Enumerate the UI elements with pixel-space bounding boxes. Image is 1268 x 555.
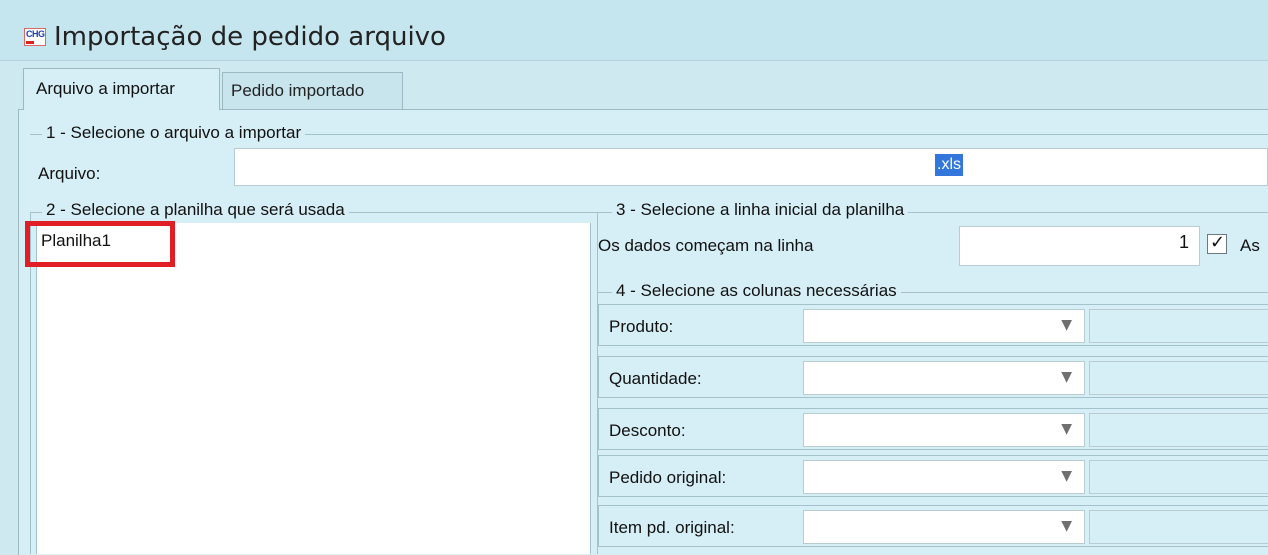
tab-arquivo-a-importar[interactable]: Arquivo a importar bbox=[23, 68, 220, 110]
app-icon-bar bbox=[26, 41, 34, 44]
column-label: Item pd. original: bbox=[609, 518, 735, 537]
quantidade-combobox[interactable]: ▼ bbox=[803, 361, 1085, 395]
combo-extension bbox=[1089, 460, 1268, 494]
file-path-selected-text: .xls bbox=[935, 154, 963, 176]
column-label: Pedido original: bbox=[609, 468, 727, 487]
title-bar: CHG Importação de pedido arquivo bbox=[0, 0, 1268, 61]
desconto-combobox[interactable]: ▼ bbox=[803, 413, 1085, 447]
window-title: Importação de pedido arquivo bbox=[54, 22, 446, 52]
sheet-listbox[interactable]: Planilha1 bbox=[36, 223, 591, 554]
combo-extension bbox=[1089, 413, 1268, 447]
combo-extension bbox=[1089, 361, 1268, 395]
column-label: Quantidade: bbox=[609, 369, 702, 388]
produto-combobox[interactable]: ▼ bbox=[803, 309, 1085, 343]
checkmark-icon: ✓ bbox=[1210, 232, 1226, 253]
column-row-desconto: Desconto: ▼ bbox=[598, 408, 1268, 450]
item-pd-original-combobox[interactable]: ▼ bbox=[803, 510, 1085, 544]
dropdown-arrow-icon: ▼ bbox=[1061, 518, 1072, 534]
tab-pedido-importado[interactable]: Pedido importado bbox=[222, 72, 403, 110]
column-label: Produto: bbox=[609, 317, 674, 336]
auto-checkbox[interactable]: ✓ bbox=[1207, 232, 1227, 254]
chg-app-icon: CHG bbox=[24, 28, 46, 46]
start-line-label: Os dados começam na linha bbox=[598, 236, 814, 255]
combo-extension bbox=[1089, 309, 1268, 343]
file-label: Arquivo: bbox=[38, 164, 101, 183]
section3-legend: 3 - Selecione a linha inicial da planilh… bbox=[612, 200, 909, 220]
section4-legend: 4 - Selecione as colunas necessárias bbox=[612, 281, 901, 301]
dropdown-arrow-icon: ▼ bbox=[1061, 317, 1072, 333]
column-row-quantidade: Quantidade: ▼ bbox=[598, 356, 1268, 398]
file-path-input[interactable]: .xls bbox=[234, 148, 1268, 186]
column-row-item-pd-original: Item pd. original: ▼ bbox=[598, 505, 1268, 547]
pedido-original-combobox[interactable]: ▼ bbox=[803, 460, 1085, 494]
section2-legend: 2 - Selecione a planilha que será usada bbox=[42, 200, 349, 220]
combo-extension bbox=[1089, 510, 1268, 544]
column-row-pedido-original: Pedido original: ▼ bbox=[598, 455, 1268, 497]
dropdown-arrow-icon: ▼ bbox=[1061, 468, 1072, 484]
start-line-input[interactable]: 1 bbox=[959, 226, 1200, 266]
dropdown-arrow-icon: ▼ bbox=[1061, 369, 1072, 385]
checkbox-label: As bbox=[1240, 236, 1260, 255]
column-label: Desconto: bbox=[609, 421, 686, 440]
column-row-produto: Produto: ▼ bbox=[598, 304, 1268, 346]
highlight-box bbox=[25, 221, 175, 267]
dropdown-arrow-icon: ▼ bbox=[1061, 421, 1072, 437]
app-icon-text: CHG bbox=[26, 29, 45, 39]
section1-legend: 1 - Selecione o arquivo a importar bbox=[42, 123, 306, 143]
start-line-value: 1 bbox=[1178, 232, 1189, 252]
